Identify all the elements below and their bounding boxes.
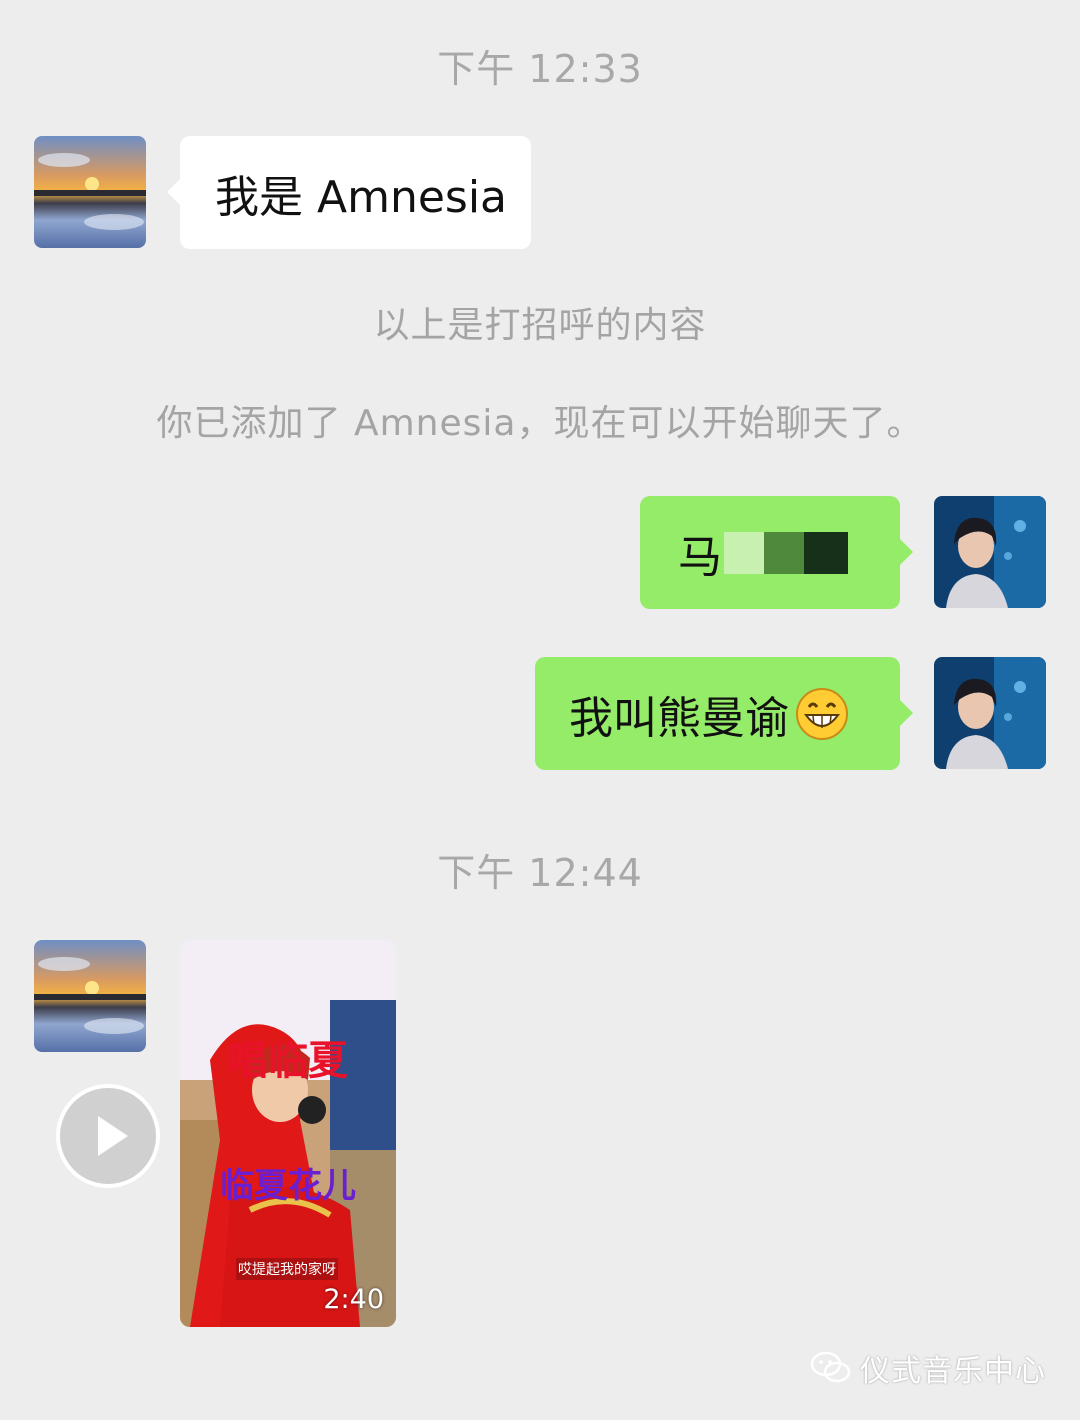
timestamp: 下午 12:33 (437, 47, 643, 91)
message-text: 我叫熊曼谕 (569, 692, 789, 744)
watermark-text: 仪式音乐中心 (860, 1354, 1046, 1389)
timestamp: 下午 12:44 (437, 851, 643, 895)
video-message[interactable]: 唱临夏 临夏花儿 哎提起我的家呀 2:40 (180, 940, 396, 1327)
system-added-notice: 你已添加了 Amnesia，现在可以开始聊天了。 (156, 403, 924, 444)
video-title-top: 唱临夏 (228, 1038, 348, 1084)
outgoing-message-bubble[interactable]: 马 (640, 496, 913, 609)
wechat-logo-icon (810, 1351, 851, 1383)
my-avatar[interactable] (934, 496, 1046, 608)
incoming-message-bubble[interactable]: 我是 Amnesia (167, 136, 531, 249)
video-duration: 2:40 (323, 1284, 384, 1315)
play-icon[interactable] (54, 1082, 162, 1190)
system-note: 以上是打招呼的内容 (373, 305, 707, 346)
grinning-emoji-icon (796, 687, 848, 740)
contact-avatar[interactable] (34, 940, 146, 1052)
watermark: 仪式音乐中心 (810, 1346, 1046, 1390)
my-avatar[interactable] (934, 657, 1046, 769)
video-caption: 哎提起我的家呀 (236, 1258, 338, 1280)
censored-text-block (724, 531, 848, 574)
outgoing-message-bubble[interactable]: 我叫熊曼谕 (535, 657, 913, 770)
message-text: 我是 Amnesia (215, 171, 508, 223)
contact-avatar[interactable] (34, 136, 146, 248)
message-text: 马 (678, 531, 722, 583)
video-title-bottom: 临夏花儿 (220, 1166, 356, 1206)
